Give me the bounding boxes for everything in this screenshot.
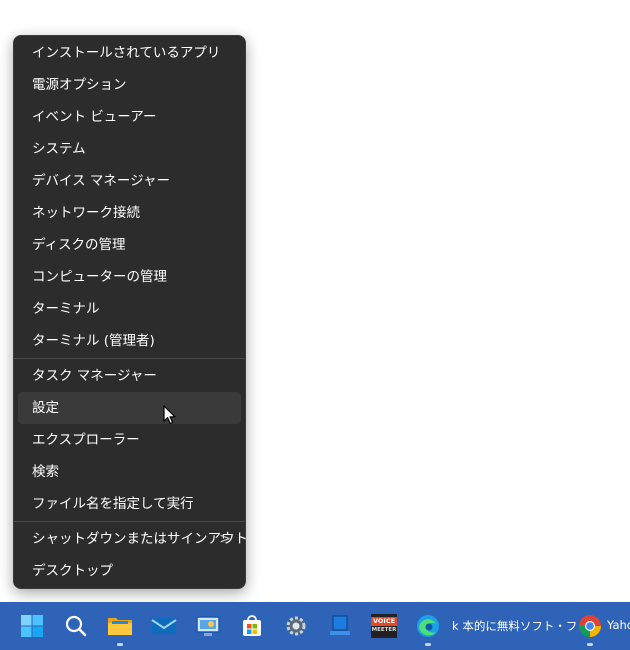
menu-item-label: シャットダウンまたはサインアウト <box>32 531 248 547</box>
voicemeeter-logo-icon: VOICE MEETER <box>371 614 397 638</box>
chrome-browser-icon <box>579 615 601 637</box>
mouse-pointer-icon <box>163 405 176 425</box>
menu-separator <box>14 521 245 522</box>
winx-context-menu: インストールされているアプリ 電源オプション イベント ビューアー システム デ… <box>13 35 248 589</box>
mail-icon <box>151 618 177 634</box>
taskbar-edge-window-title[interactable]: k 本的に無料ソフト・フ <box>452 618 577 634</box>
device-icon <box>330 615 350 635</box>
voicemeeter-bottom-text: MEETER <box>371 627 397 633</box>
gear-icon <box>286 616 306 636</box>
taskbar-search-button[interactable] <box>60 610 92 642</box>
menu-item-shutdown-signout[interactable]: シャットダウンまたはサインアウト > <box>18 523 248 555</box>
start-button[interactable] <box>16 610 48 642</box>
running-indicator <box>117 643 123 646</box>
menu-group-tools: タスク マネージャー 設定 エクスプローラー 検索 ファイル名を指定して実行 <box>14 360 245 520</box>
menu-item-search[interactable]: 検索 <box>18 456 241 488</box>
folder-icon <box>108 618 132 635</box>
menu-item-power-options[interactable]: 電源オプション <box>18 69 241 101</box>
menu-item-terminal[interactable]: ターミナル <box>18 293 241 325</box>
taskbar-file-explorer[interactable] <box>104 610 136 646</box>
taskbar-edge[interactable] <box>412 610 444 646</box>
menu-group-admin: インストールされているアプリ 電源オプション イベント ビューアー システム デ… <box>14 37 245 357</box>
taskbar-control-panel[interactable] <box>192 610 224 642</box>
menu-item-event-viewer[interactable]: イベント ビューアー <box>18 101 241 133</box>
menu-item-device-manager[interactable]: デバイス マネージャー <box>18 165 241 197</box>
voicemeeter-top-text: VOICE <box>371 617 397 626</box>
taskbar-settings[interactable] <box>280 610 312 642</box>
taskbar-voicemeeter[interactable]: VOICE MEETER <box>368 610 400 642</box>
menu-item-system[interactable]: システム <box>18 133 241 165</box>
menu-item-computer-management[interactable]: コンピューターの管理 <box>18 261 241 293</box>
chevron-right-icon: > <box>219 531 231 547</box>
search-icon <box>65 615 87 637</box>
edge-browser-icon <box>417 615 439 637</box>
menu-group-session: シャットダウンまたはサインアウト > デスクトップ <box>14 523 248 587</box>
store-bag-icon <box>243 615 261 636</box>
control-panel-icon <box>196 616 220 636</box>
taskbar-store[interactable] <box>236 610 268 642</box>
menu-item-terminal-admin[interactable]: ターミナル (管理者) <box>18 325 241 357</box>
menu-item-settings[interactable]: 設定 <box>18 392 241 424</box>
menu-item-disk-management[interactable]: ディスクの管理 <box>18 229 241 261</box>
running-indicator <box>425 643 431 646</box>
menu-item-desktop[interactable]: デスクトップ <box>18 555 241 587</box>
taskbar-app-device[interactable] <box>324 610 356 642</box>
menu-separator <box>14 358 245 359</box>
menu-item-installed-apps[interactable]: インストールされているアプリ <box>18 37 241 69</box>
taskbar-chrome-window-title[interactable]: Yaho <box>607 618 630 632</box>
menu-item-task-manager[interactable]: タスク マネージャー <box>18 360 241 392</box>
taskbar-chrome[interactable] <box>574 610 606 646</box>
menu-item-file-explorer[interactable]: エクスプローラー <box>18 424 241 456</box>
running-indicator <box>587 643 593 646</box>
taskbar-mail[interactable] <box>148 610 180 642</box>
windows-logo-icon <box>21 615 43 637</box>
taskbar: VOICE MEETER k 本的に無料ソフト・フ Yaho <box>0 602 630 650</box>
menu-item-network-connections[interactable]: ネットワーク接続 <box>18 197 241 229</box>
menu-item-run[interactable]: ファイル名を指定して実行 <box>18 488 241 520</box>
